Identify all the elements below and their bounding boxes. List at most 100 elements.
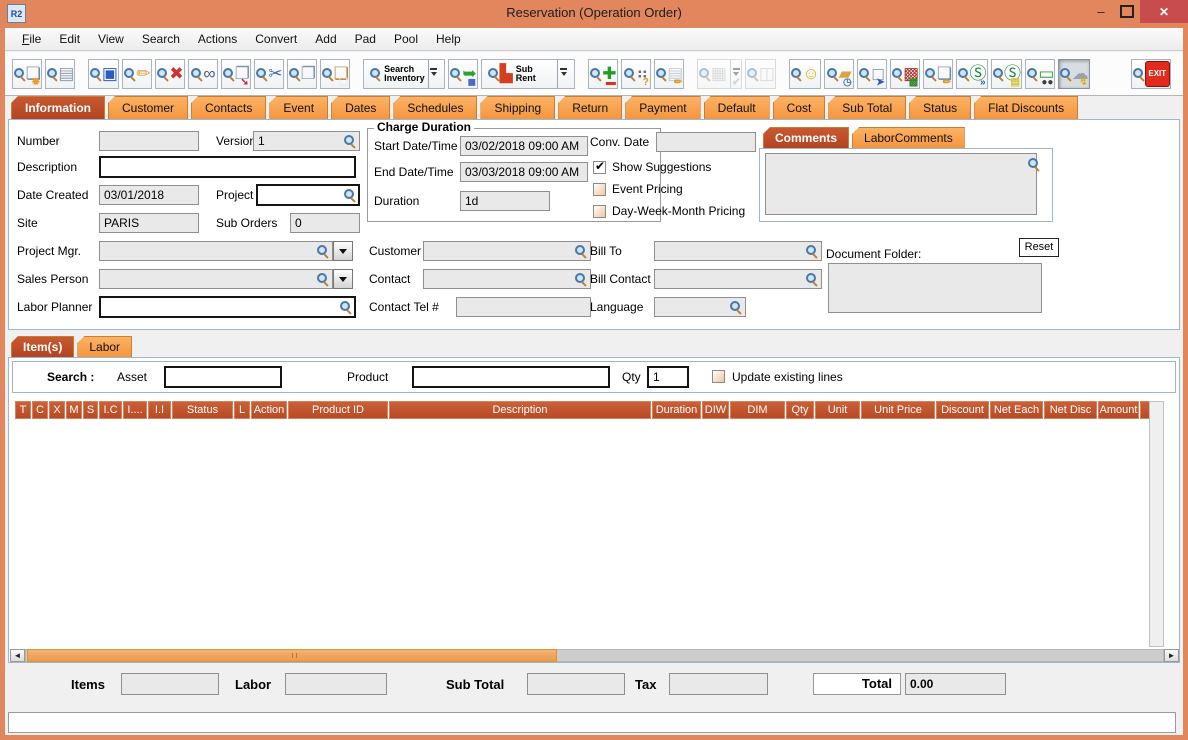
project-search-icon[interactable]	[343, 188, 356, 201]
column-header[interactable]: Duration	[652, 401, 701, 419]
toolbar-button[interactable]: ❐	[286, 58, 317, 89]
toolbar-button[interactable]: Ⓢ ▤	[990, 58, 1022, 89]
column-header[interactable]: Net Disc	[1044, 401, 1097, 419]
menu-item[interactable]: File	[13, 32, 50, 46]
hscroll-left-button[interactable]: ◄	[10, 649, 25, 662]
main-tab[interactable]: Payment	[625, 96, 701, 119]
toolbar-button[interactable]: ▙ Sub Rent	[480, 58, 575, 89]
main-tab[interactable]: Contacts	[191, 96, 267, 119]
items-tab[interactable]: Item(s)	[11, 336, 75, 357]
asset-search-input[interactable]	[164, 366, 282, 388]
main-tab[interactable]: Dates	[331, 96, 391, 119]
bill-contact-search-icon[interactable]	[805, 272, 818, 285]
toolbar-button[interactable]: ▣	[88, 58, 119, 89]
column-header[interactable]: I.I	[148, 401, 171, 419]
column-header[interactable]: Action	[251, 401, 287, 419]
toolbar-button[interactable]: ❐ ➘	[220, 58, 251, 89]
labor-planner-search-icon[interactable]	[339, 300, 352, 313]
column-header[interactable]: Description	[389, 401, 651, 419]
comments-search-icon[interactable]	[1027, 157, 1040, 170]
main-tab[interactable]: Sub Total	[828, 96, 907, 119]
main-tab[interactable]: Return	[558, 96, 623, 119]
maximize-button[interactable]	[1114, 0, 1140, 23]
column-header[interactable]: Amount	[1098, 401, 1139, 419]
toolbar-button[interactable]: ◫	[745, 58, 776, 89]
reset-button[interactable]: Reset	[1019, 238, 1059, 257]
menu-item[interactable]: Help	[427, 32, 470, 46]
toolbar-button[interactable]: Ⓢ »	[956, 58, 988, 89]
version-search-icon[interactable]	[343, 134, 356, 147]
main-tab[interactable]: Schedules	[393, 96, 478, 119]
column-header[interactable]: S	[83, 401, 98, 419]
main-tab[interactable]: Flat Discounts	[974, 96, 1079, 119]
checkbox[interactable]	[593, 159, 606, 174]
toolbar-button[interactable]: ✏	[121, 58, 152, 89]
main-tab[interactable]: Event	[269, 96, 329, 119]
toolbar-button[interactable]: ▤ ✏	[653, 58, 685, 89]
language-search-icon[interactable]	[729, 300, 742, 313]
column-header[interactable]: Product ID	[288, 401, 388, 419]
labor-planner-field[interactable]	[99, 296, 356, 318]
comments-tab[interactable]: Comments	[763, 127, 850, 148]
column-header[interactable]: L	[234, 401, 250, 419]
toolbar-button[interactable]: EXIT	[1130, 58, 1171, 89]
update-existing-lines-checkbox[interactable]	[712, 370, 725, 383]
toolbar-button[interactable]: ✖	[154, 58, 185, 89]
toolbar-button[interactable]: ❏ ✹	[12, 58, 42, 89]
sales-person-search-icon[interactable]	[316, 272, 329, 285]
toolbar-button[interactable]: ☁ ↯	[1058, 58, 1090, 89]
product-search-input[interactable]	[412, 366, 610, 388]
toolbar-button[interactable]: Search Inventory	[362, 58, 445, 89]
toolbar-button[interactable]: ✂	[253, 58, 284, 89]
vertical-scrollbar[interactable]	[1149, 401, 1164, 647]
toolbar-button[interactable]: ▰ ◷	[823, 58, 854, 89]
hscroll-thumb[interactable]	[27, 649, 557, 662]
comments-tab[interactable]: LaborComments	[852, 127, 965, 148]
toolbar-button[interactable]: ❏ ✏	[923, 58, 954, 89]
toolbar-button[interactable]: ∞	[187, 58, 218, 89]
column-header[interactable]: Status	[172, 401, 233, 419]
checkbox[interactable]	[593, 204, 606, 218]
items-grid-body[interactable]	[15, 419, 1147, 647]
main-tab[interactable]: Status	[909, 96, 972, 119]
column-header[interactable]: Discount	[936, 401, 989, 419]
toolbar-button[interactable]: ▦ ✔	[697, 58, 743, 89]
toolbar-button[interactable]: ❑ ❏	[319, 58, 350, 89]
customer-search-icon[interactable]	[574, 244, 587, 257]
dropdown-arrow-icon[interactable]	[427, 59, 439, 88]
project-mgr-dropdown-button[interactable]	[333, 241, 353, 261]
comments-textarea[interactable]	[765, 153, 1037, 215]
toolbar-button[interactable]: ➥ ◼	[447, 58, 478, 89]
hscroll-right-button[interactable]: ►	[1164, 649, 1179, 662]
column-header[interactable]: T	[15, 401, 31, 419]
qty-input[interactable]	[647, 366, 689, 388]
menu-item[interactable]: Convert	[246, 32, 306, 46]
menu-item[interactable]: Actions	[189, 32, 246, 46]
main-tab[interactable]: Cost	[772, 96, 826, 119]
column-header[interactable]: Unit Price	[861, 401, 935, 419]
menu-item[interactable]: Pad	[346, 32, 385, 46]
main-tab[interactable]: Default	[703, 96, 770, 119]
toolbar-button[interactable]: ◻ ➤	[856, 58, 887, 89]
description-field[interactable]	[99, 156, 356, 178]
items-tab[interactable]: Labor	[77, 336, 133, 357]
minimize-button[interactable]: –	[1088, 0, 1114, 23]
column-header[interactable]: I.C	[99, 401, 122, 419]
menu-item[interactable]: Pool	[385, 32, 427, 46]
main-tab[interactable]: Information	[11, 96, 105, 119]
main-tab[interactable]: Shipping	[480, 96, 556, 119]
column-header[interactable]: M	[66, 401, 82, 419]
bill-to-search-icon[interactable]	[805, 244, 818, 257]
project-mgr-search-icon[interactable]	[316, 244, 329, 257]
contact-search-icon[interactable]	[574, 272, 587, 285]
close-button[interactable]: ✕	[1140, 0, 1188, 23]
menu-item[interactable]: Search	[133, 32, 189, 46]
toolbar-button[interactable]: ✚ ▬	[587, 58, 618, 89]
column-header[interactable]: DIW	[702, 401, 729, 419]
column-header[interactable]: Net Each	[990, 401, 1043, 419]
toolbar-button[interactable]: ▩ ▩	[889, 58, 921, 89]
toolbar-button[interactable]: ▤	[45, 58, 76, 89]
column-header[interactable]: I....	[123, 401, 147, 419]
menu-item[interactable]: View	[89, 32, 133, 46]
checkbox[interactable]	[593, 182, 606, 196]
